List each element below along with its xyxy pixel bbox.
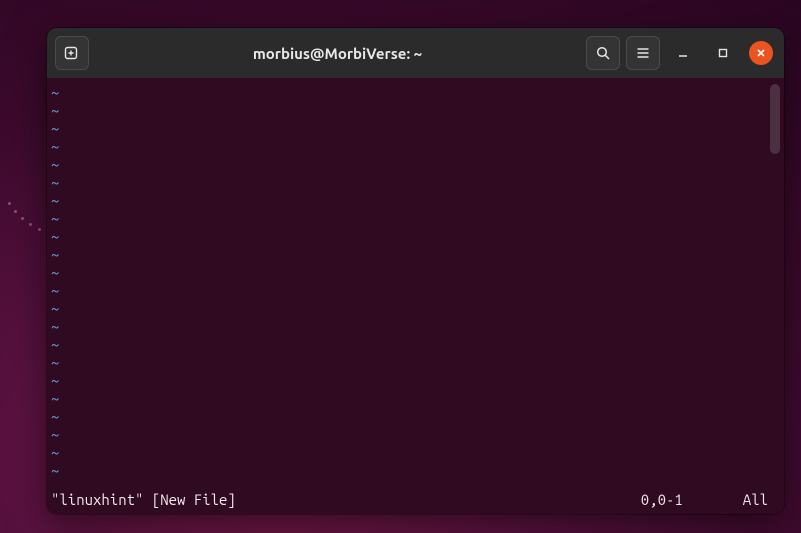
tilde-line: ~ bbox=[51, 228, 768, 246]
tilde-line: ~ bbox=[51, 156, 768, 174]
tilde-line: ~ bbox=[51, 264, 768, 282]
tilde-line: ~ bbox=[51, 246, 768, 264]
tilde-line: ~ bbox=[51, 336, 768, 354]
status-filename: "linuxhint" [New File] bbox=[51, 490, 236, 510]
tilde-line: ~ bbox=[51, 354, 768, 372]
tilde-line: ~ bbox=[51, 462, 768, 480]
scrollbar-thumb[interactable] bbox=[770, 84, 780, 154]
terminal-body[interactable]: ~~~~~~~~~~~~~~~~~~~~~~ bbox=[47, 78, 784, 490]
tilde-line: ~ bbox=[51, 282, 768, 300]
tilde-line: ~ bbox=[51, 174, 768, 192]
tilde-line: ~ bbox=[51, 210, 768, 228]
minimize-icon bbox=[676, 46, 690, 60]
tilde-line: ~ bbox=[51, 300, 768, 318]
tilde-line: ~ bbox=[51, 444, 768, 462]
tilde-line: ~ bbox=[51, 102, 768, 120]
status-cursor-position: 0,0-1 bbox=[641, 490, 743, 510]
new-tab-icon bbox=[63, 44, 81, 62]
tilde-line: ~ bbox=[51, 408, 768, 426]
vim-status-line: "linuxhint" [New File] 0,0-1 All bbox=[47, 490, 784, 514]
search-icon bbox=[595, 45, 611, 61]
editor-buffer[interactable]: ~~~~~~~~~~~~~~~~~~~~~~ bbox=[51, 84, 768, 488]
tilde-line: ~ bbox=[51, 372, 768, 390]
terminal-window: morbius@MorbiVerse: ~ bbox=[47, 28, 784, 514]
minimize-button[interactable] bbox=[666, 36, 700, 70]
maximize-button[interactable] bbox=[706, 36, 740, 70]
window-title: morbius@MorbiVerse: ~ bbox=[95, 45, 580, 62]
close-icon bbox=[755, 47, 767, 59]
status-view-percent: All bbox=[743, 490, 780, 510]
new-tab-button[interactable] bbox=[55, 36, 89, 70]
titlebar: morbius@MorbiVerse: ~ bbox=[47, 28, 784, 78]
menu-button[interactable] bbox=[626, 36, 660, 70]
tilde-line: ~ bbox=[51, 318, 768, 336]
maximize-icon bbox=[716, 46, 730, 60]
hamburger-icon bbox=[635, 45, 651, 61]
tilde-line: ~ bbox=[51, 84, 768, 102]
tilde-line: ~ bbox=[51, 192, 768, 210]
tilde-line: ~ bbox=[51, 426, 768, 444]
tilde-line: ~ bbox=[51, 390, 768, 408]
search-button[interactable] bbox=[586, 36, 620, 70]
tilde-line: ~ bbox=[51, 120, 768, 138]
close-button[interactable] bbox=[746, 36, 776, 70]
tilde-line: ~ bbox=[51, 138, 768, 156]
